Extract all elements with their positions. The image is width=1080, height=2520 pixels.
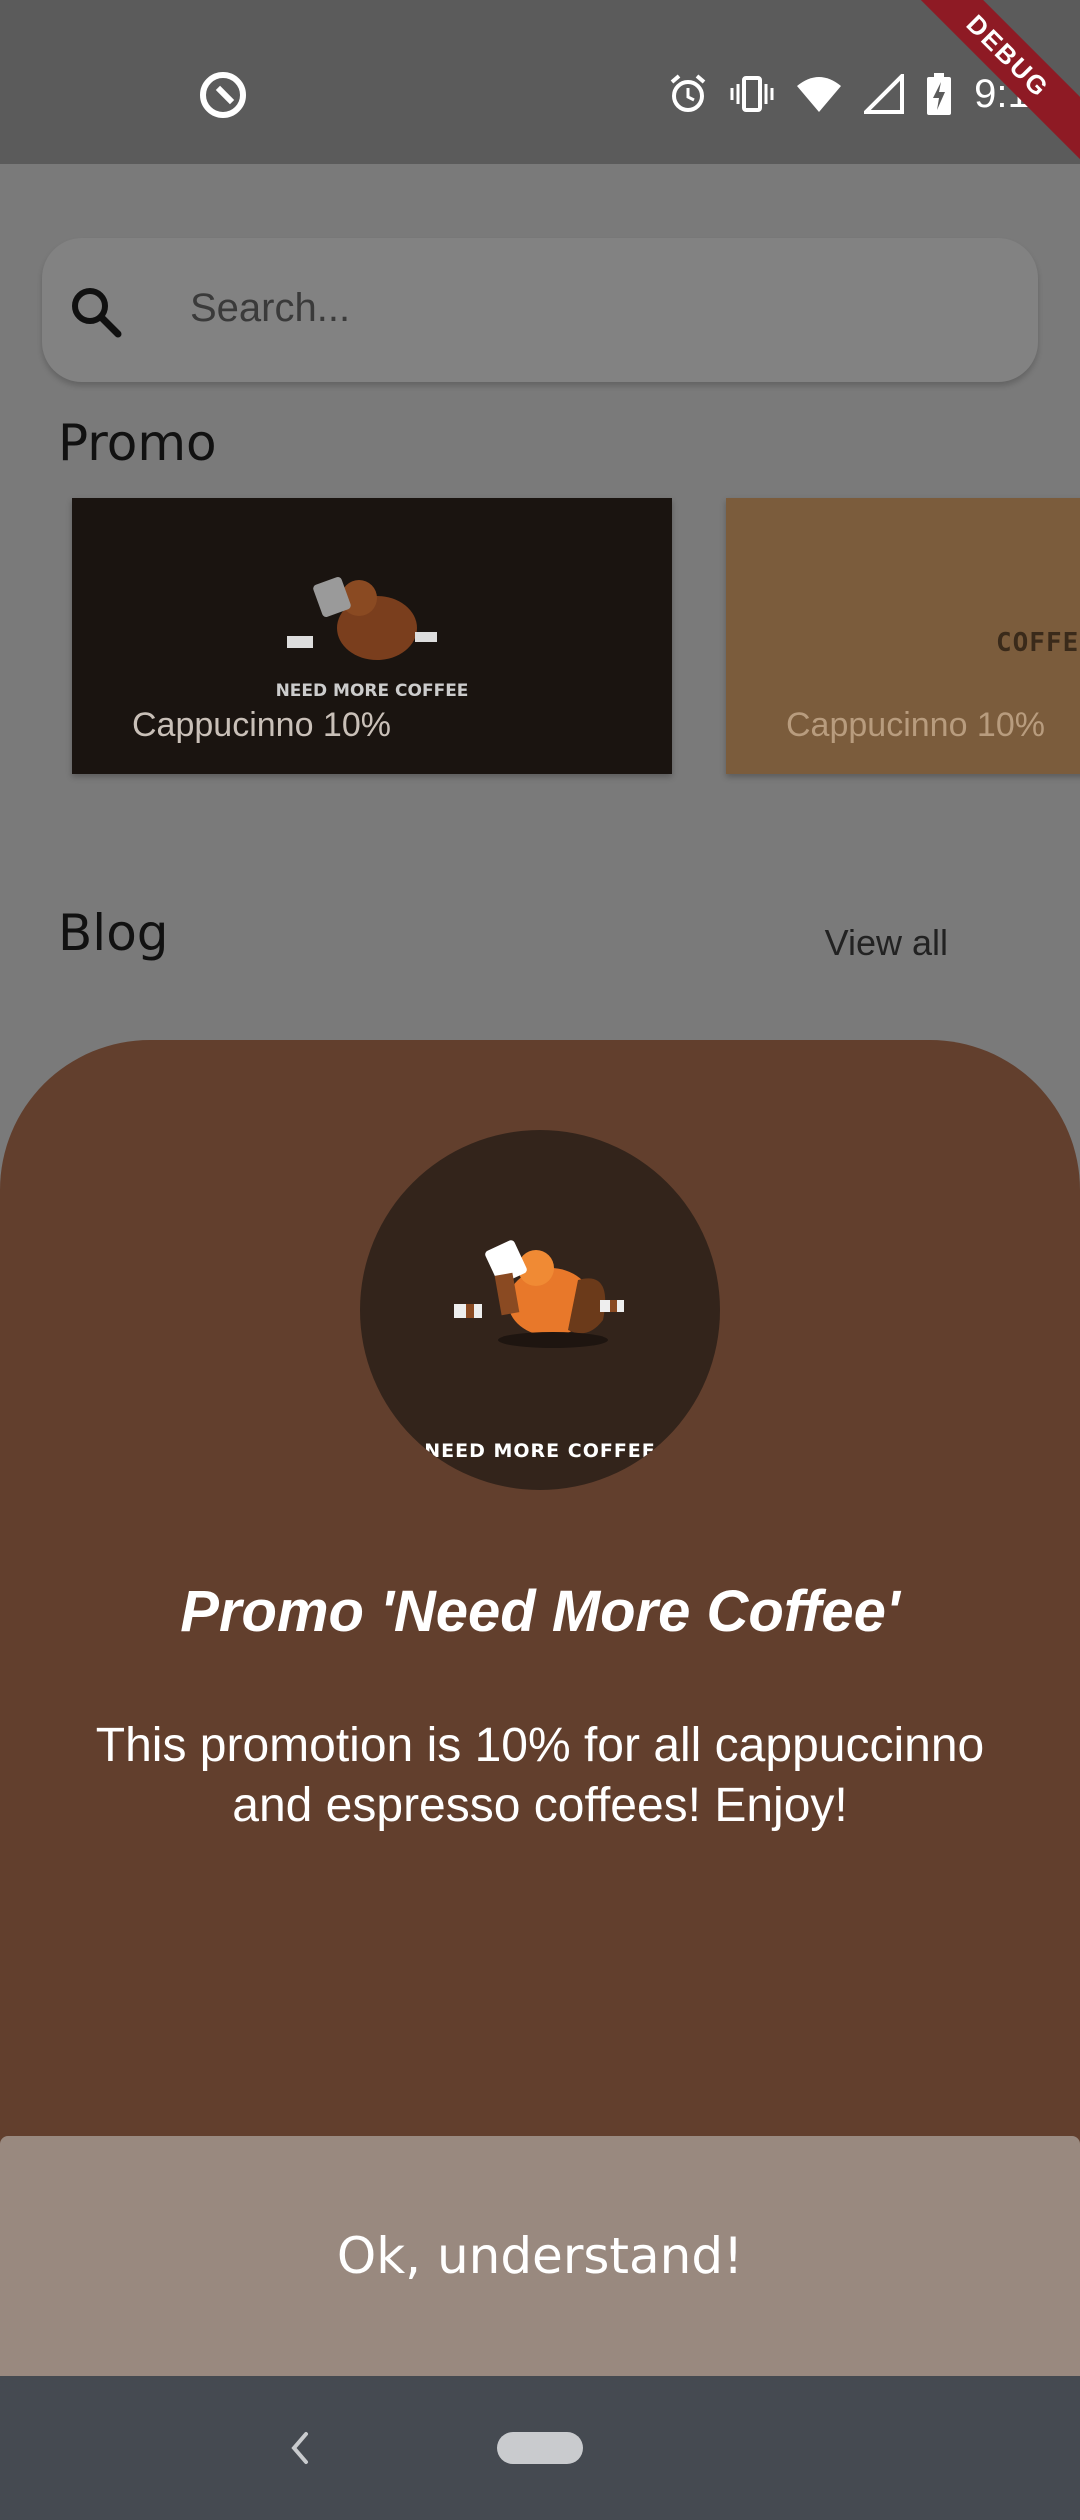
home-pill-button[interactable]	[497, 2432, 583, 2464]
blog-section-title: Blog	[58, 904, 169, 962]
promo-bottom-sheet: NEED MORE COFFEE Promo 'Need More Coffee…	[0, 1040, 1080, 2376]
promo-logo: NEED MORE COFFEE	[360, 1130, 720, 1490]
home-page: Search... Promo NEED MORE COFFEE Cappuci…	[0, 164, 1080, 1040]
ok-understand-button[interactable]: Ok, understand!	[0, 2136, 1080, 2376]
sheet-description: This promotion is 10% for all cappuccinn…	[95, 1719, 985, 1832]
coffee-squirrel-image	[454, 1240, 624, 1348]
search-input[interactable]: Search...	[190, 286, 350, 331]
search-icon	[72, 288, 122, 338]
app-screen: 9:16 DEBUG Search... Promo NEED MORE COF…	[0, 0, 1080, 2520]
logo-caption: NEED MORE COFFEE	[424, 1440, 656, 1462]
alarm-icon	[670, 74, 706, 112]
card-art-text: COFFEE	[996, 628, 1080, 658]
battery-charging-icon	[927, 73, 952, 115]
sheet-title: Promo 'Need More Coffee'	[180, 1579, 900, 1644]
view-all-link[interactable]: View all	[825, 922, 948, 964]
app-notification-icon	[200, 72, 246, 118]
wifi-icon	[797, 77, 842, 112]
coffee-squirrel-image: NEED MORE COFFEE	[276, 577, 469, 701]
promo-card-label: Cappucinno 10%	[132, 706, 391, 744]
promo-card-label: Cappucinno 10%	[786, 706, 1045, 744]
promo-card[interactable]: NEED MORE COFFEE Cappucinno 10%	[72, 498, 672, 774]
card-art-text: NEED MORE COFFEE	[276, 681, 469, 701]
ok-button-label: Ok, understand!	[336, 2227, 744, 2285]
promo-card[interactable]: COFFEE Cappucinno 10%	[726, 498, 1080, 774]
status-bar: 9:16 DEBUG	[0, 0, 1080, 178]
vibrate-icon	[730, 76, 774, 112]
signal-icon	[864, 74, 905, 114]
back-icon[interactable]	[280, 2418, 320, 2478]
promo-section-title: Promo	[58, 414, 217, 472]
search-bar[interactable]: Search...	[42, 238, 1038, 382]
navigation-bar	[0, 2376, 1080, 2520]
